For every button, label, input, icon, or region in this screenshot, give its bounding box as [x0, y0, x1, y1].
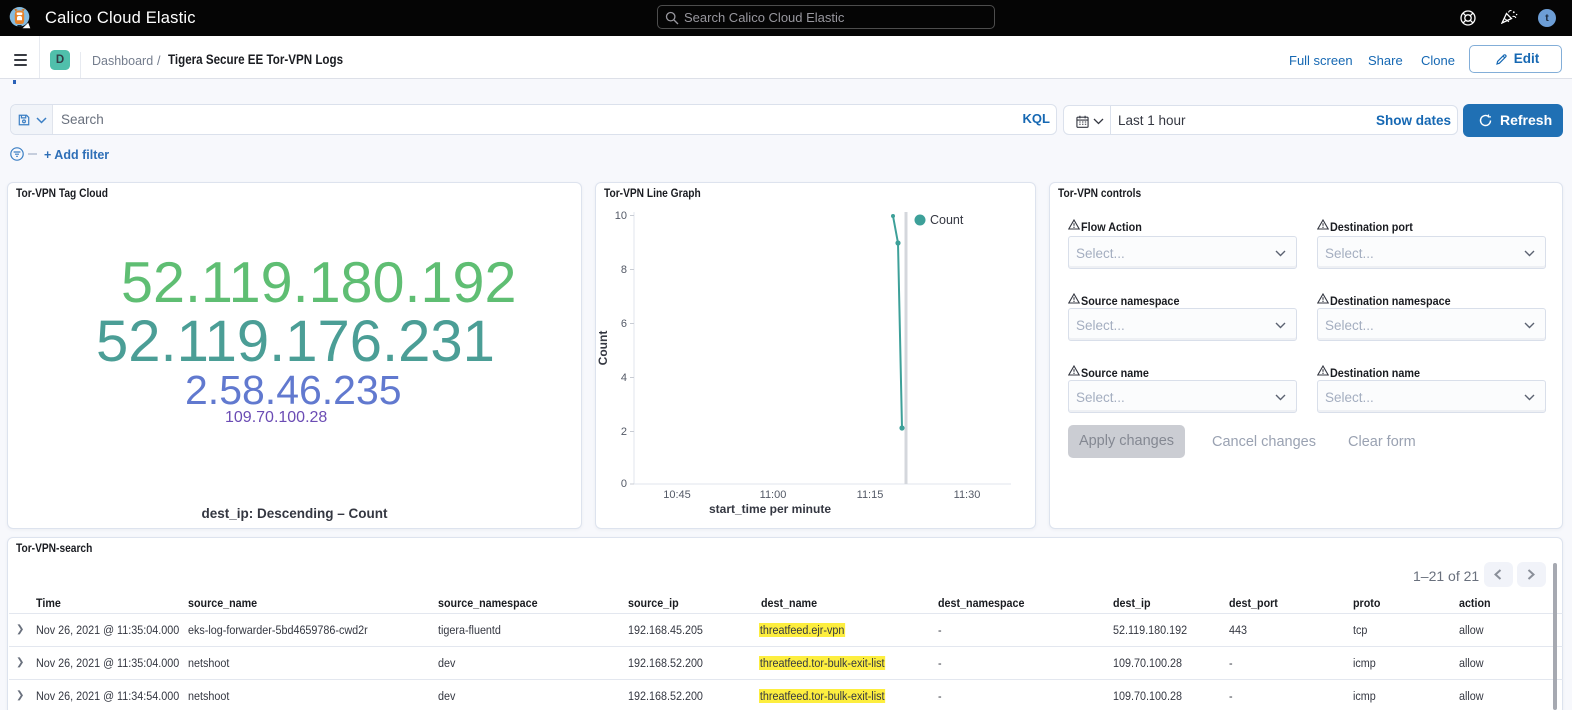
svg-text:10: 10	[615, 210, 627, 222]
svg-text:11:30: 11:30	[954, 489, 981, 501]
svg-text:11:15: 11:15	[857, 489, 884, 501]
svg-text:10:45: 10:45	[663, 489, 691, 501]
svg-text:Count: Count	[596, 331, 610, 366]
svg-text:6: 6	[621, 318, 627, 330]
svg-text:4: 4	[621, 372, 627, 384]
svg-text:11:00: 11:00	[760, 489, 787, 501]
svg-text:2: 2	[621, 426, 627, 438]
svg-text:Count: Count	[930, 213, 964, 227]
svg-text:start_time per minute: start_time per minute	[709, 502, 831, 516]
svg-text:8: 8	[621, 264, 627, 276]
svg-text:0: 0	[621, 478, 627, 490]
